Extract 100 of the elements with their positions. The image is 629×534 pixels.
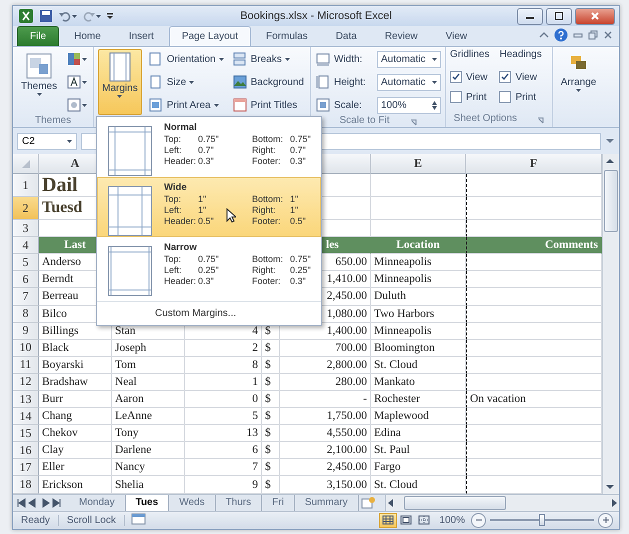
table-cell: 6 [185,442,262,460]
table-cell: Minneapolis [371,271,466,288]
table-cell: Duluth [371,288,466,306]
table-cell: Chang [39,408,112,426]
table-cell: 700.00 [280,340,371,357]
table-cell: $ [262,374,280,391]
table-cell: Mankato [371,374,466,391]
table-cell: Burr [39,391,112,408]
table-cell: 0 [185,391,262,408]
table-cell: Rochester [371,391,466,408]
margin-label: Left: [164,265,182,276]
margin-value: 0.75" [198,134,219,145]
margin-label: Top: [164,254,182,265]
group-label: Themes [34,115,72,128]
margin-label: Bottom: [252,194,284,205]
margin-label: Right: [252,205,276,216]
table-cell: $ [262,356,280,374]
table-cell: 5 [185,408,262,426]
table-cell: $ [262,442,280,460]
table-cell: Nancy [112,459,185,476]
margin-value: 0.75" [198,254,219,265]
table-cell: St. Cloud [371,356,466,374]
table-cell: Fargo [371,459,466,476]
table-cell: Minneapolis [371,254,466,272]
table-cell: 8 [185,356,262,374]
option-heading: Gridlines [450,49,490,62]
margin-value: 0.5" [198,216,214,227]
table-cell: Neal [112,374,185,391]
margin-value: 0.3" [290,276,306,287]
margin-value: 1" [198,194,206,205]
table-cell: Clay [39,442,112,460]
table-cell: 2,450.00 [280,459,371,476]
option-name: Wide [164,182,188,193]
margin-label: Footer: [252,276,281,287]
margin-value: 0.75" [290,134,311,145]
table-cell: Tom [112,356,185,374]
margin-label: Left: [164,145,182,156]
field-label: Height: [334,76,367,88]
margin-value: 0.3" [198,156,214,167]
margin-label: Footer: [252,156,281,167]
table-cell: Boyarski [39,356,112,374]
table-cell: Chekov [39,425,112,442]
margin-label: Right: [252,265,276,276]
margin-value: 0.5" [290,216,306,227]
table-cell: On vacation [466,391,602,408]
table-cell: 2 [185,340,262,357]
table-cell: 13 [185,425,262,442]
table-cell: 280.00 [280,374,371,391]
table-cell: 4,550.00 [280,425,371,442]
margin-label: Left: [164,205,182,216]
sheet-title: Dail [42,174,78,196]
sheet-subtitle: Tuesd [42,199,82,218]
group-label: Scale to Fit [339,115,390,128]
table-cell: Maplewood [371,408,466,426]
table-cell: Tony [112,425,185,442]
column-heading: Location [371,237,466,254]
margin-label: Right: [252,145,276,156]
table-cell: $ [262,340,280,357]
table-cell: $ [262,425,280,442]
table-cell: Darlene [112,442,185,460]
margin-value: 0.75" [290,254,311,265]
margin-value: 0.7" [198,145,214,156]
status-text: Scroll Lock [58,514,125,526]
group-label: Sheet Options [454,113,518,126]
margin-value: 1" [290,194,298,205]
option-name: Normal [164,122,198,133]
table-cell: LeAnne [112,408,185,426]
table-cell: Edina [371,425,466,442]
table-cell: Bloomington [371,340,466,357]
table-cell: 1,750.00 [280,408,371,426]
margin-label: Top: [164,134,182,145]
table-cell: Minneapolis [371,322,466,340]
margin-label: Bottom: [252,134,284,145]
table-cell: $ [262,408,280,426]
margin-value: 0.3" [198,276,214,287]
margin-label: Header: [164,276,196,287]
table-cell: $ [262,391,280,408]
option-heading: Headings [499,49,542,62]
margin-value: 0.7" [290,145,306,156]
field-label: Width: [334,54,364,65]
status-text: Ready [13,514,59,526]
table-cell: 2,100.00 [280,442,371,460]
table-cell: $ [262,459,280,476]
table-cell: Aaron [112,391,185,408]
window-title: Bookings.xlsx - Microsoft Excel [239,10,393,22]
table-cell: 7 [185,459,262,476]
margin-value: 1" [290,205,298,216]
margin-value: 0.3" [290,156,306,167]
column-heading: Comments [466,237,602,254]
table-cell: Two Harbors [371,306,466,323]
margin-label: Footer: [252,216,281,227]
margin-label: Header: [164,156,196,167]
table-cell: - [280,391,371,408]
margin-label: Top: [164,194,182,205]
table-cell: 2,800.00 [280,356,371,374]
option-name: Narrow [164,242,198,253]
margin-value: 1" [198,205,206,216]
margin-label: Header: [164,216,196,227]
table-cell: Joseph [112,340,185,357]
table-cell: Eller [39,459,112,476]
